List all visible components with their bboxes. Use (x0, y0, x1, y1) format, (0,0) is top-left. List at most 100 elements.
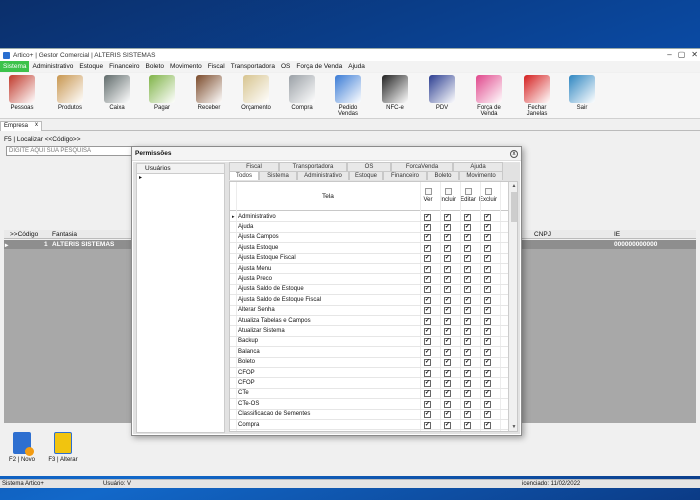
perm-checkbox-incluir[interactable]: ✓ (444, 275, 451, 283)
perm-checkbox-excluir[interactable]: ✓ (484, 317, 491, 325)
col-excluir[interactable]: Excluir (479, 188, 497, 203)
perm-tab-estoque[interactable]: Estoque (349, 171, 383, 180)
perm-checkbox-excluir[interactable]: ✓ (484, 275, 491, 283)
menu-item-9[interactable]: Força de Venda (293, 61, 345, 72)
perm-checkbox-incluir[interactable]: ✓ (444, 296, 451, 304)
perm-tab-forcavenda[interactable]: ForcaVenda (391, 162, 453, 171)
perm-checkbox-incluir[interactable]: ✓ (444, 369, 451, 377)
toolbar-button-10[interactable]: Força de Venda (469, 75, 509, 117)
perm-checkbox-incluir[interactable]: ✓ (444, 359, 451, 367)
perm-checkbox-ver[interactable]: ✓ (424, 390, 431, 398)
menu-item-5[interactable]: Movimento (167, 61, 205, 72)
toolbar-button-4[interactable]: Receber (189, 75, 229, 111)
maximize-button[interactable]: ▢ (678, 50, 686, 59)
perm-checkbox-editar[interactable]: ✓ (464, 327, 471, 335)
vertical-scrollbar[interactable]: ▲ ▼ (508, 182, 517, 431)
perm-checkbox-excluir[interactable]: ✓ (484, 213, 491, 221)
perm-checkbox-excluir[interactable]: ✓ (484, 379, 491, 387)
menu-item-6[interactable]: Fiscal (205, 61, 228, 72)
minimize-button[interactable]: – (667, 50, 671, 59)
menu-item-10[interactable]: Ajuda (345, 61, 368, 72)
perm-checkbox-incluir[interactable]: ✓ (444, 317, 451, 325)
permission-row[interactable]: Atualiza Tabelas e Campos ✓ ✓ ✓ ✓ (230, 316, 508, 327)
perm-checkbox-excluir[interactable]: ✓ (484, 244, 491, 252)
perm-checkbox-editar[interactable]: ✓ (464, 223, 471, 231)
perm-tab-fiscal[interactable]: Fiscal (229, 162, 279, 171)
perm-checkbox-editar[interactable]: ✓ (464, 275, 471, 283)
editar-all-checkbox[interactable] (464, 188, 472, 195)
perm-checkbox-excluir[interactable]: ✓ (484, 296, 491, 304)
perm-checkbox-incluir[interactable]: ✓ (444, 255, 451, 263)
permission-row[interactable]: CFOP ✓ ✓ ✓ ✓ (230, 368, 508, 379)
toolbar-button-8[interactable]: NFC-e (375, 75, 415, 111)
perm-tab-boleto[interactable]: Boleto (427, 171, 459, 180)
col-ie[interactable]: IE (614, 231, 620, 238)
perm-checkbox-excluir[interactable]: ✓ (484, 421, 491, 429)
perm-tab-financeiro[interactable]: Financeiro (383, 171, 427, 180)
perm-checkbox-editar[interactable]: ✓ (464, 213, 471, 221)
perm-checkbox-incluir[interactable]: ✓ (444, 421, 451, 429)
perm-checkbox-incluir[interactable]: ✓ (444, 286, 451, 294)
col-codigo[interactable]: >>Código (10, 231, 38, 238)
perm-checkbox-incluir[interactable]: ✓ (444, 348, 451, 356)
perm-checkbox-incluir[interactable]: ✓ (444, 213, 451, 221)
toolbar-button-6[interactable]: Compra (282, 75, 322, 111)
perm-checkbox-ver[interactable]: ✓ (424, 244, 431, 252)
toolbar-button-3[interactable]: Pagar (142, 75, 182, 111)
perm-checkbox-editar[interactable]: ✓ (464, 317, 471, 325)
perm-checkbox-editar[interactable]: ✓ (464, 244, 471, 252)
perm-checkbox-incluir[interactable]: ✓ (444, 379, 451, 387)
perm-checkbox-incluir[interactable]: ✓ (444, 307, 451, 315)
perm-checkbox-ver[interactable]: ✓ (424, 234, 431, 242)
perm-tab-administrativo[interactable]: Administrativo (297, 171, 349, 180)
toolbar-button-12[interactable]: Sair (562, 75, 602, 111)
perm-checkbox-ver[interactable]: ✓ (424, 307, 431, 315)
perm-checkbox-editar[interactable]: ✓ (464, 265, 471, 273)
permission-row[interactable]: Ajusta Saldo de Estoque ✓ ✓ ✓ ✓ (230, 285, 508, 296)
permission-row[interactable]: CFOP ✓ ✓ ✓ ✓ (230, 378, 508, 389)
perm-checkbox-ver[interactable]: ✓ (424, 327, 431, 335)
perm-checkbox-editar[interactable]: ✓ (464, 411, 471, 419)
toolbar-button-0[interactable]: Pessoas (2, 75, 42, 111)
permission-row[interactable]: Ajusta Estoque ✓ ✓ ✓ ✓ (230, 243, 508, 254)
perm-checkbox-incluir[interactable]: ✓ (444, 411, 451, 419)
close-window-button[interactable]: ✕ (691, 50, 698, 59)
perm-checkbox-ver[interactable]: ✓ (424, 379, 431, 387)
perm-checkbox-excluir[interactable]: ✓ (484, 307, 491, 315)
col-editar[interactable]: Editar (459, 188, 477, 203)
perm-checkbox-excluir[interactable]: ✓ (484, 223, 491, 231)
users-row[interactable]: ▸ (137, 174, 224, 183)
perm-checkbox-editar[interactable]: ✓ (464, 348, 471, 356)
scroll-up-icon[interactable]: ▲ (510, 183, 517, 191)
toolbar-button-5[interactable]: Orçamento (236, 75, 276, 111)
dialog-close-button[interactable]: x (510, 150, 518, 158)
tab-close-icon[interactable]: x (35, 122, 38, 128)
perm-checkbox-ver[interactable]: ✓ (424, 369, 431, 377)
new-button[interactable]: F2 | Novo (5, 432, 39, 463)
permission-row[interactable]: Compra ✓ ✓ ✓ ✓ (230, 420, 508, 431)
col-incluir[interactable]: Incluir (439, 188, 457, 203)
perm-tab-os[interactable]: OS (347, 162, 391, 171)
perm-checkbox-ver[interactable]: ✓ (424, 359, 431, 367)
permission-row[interactable]: Atualizar Sistema ✓ ✓ ✓ ✓ (230, 326, 508, 337)
permission-row[interactable]: Ajusta Saldo de Estoque Fiscal ✓ ✓ ✓ ✓ (230, 295, 508, 306)
perm-checkbox-ver[interactable]: ✓ (424, 348, 431, 356)
perm-tab-transportadora[interactable]: Transportadora (279, 162, 347, 171)
perm-checkbox-incluir[interactable]: ✓ (444, 244, 451, 252)
perm-checkbox-excluir[interactable]: ✓ (484, 348, 491, 356)
perm-checkbox-editar[interactable]: ✓ (464, 338, 471, 346)
excluir-all-checkbox[interactable] (484, 188, 492, 195)
permission-row[interactable]: Boleto ✓ ✓ ✓ ✓ (230, 358, 508, 368)
perm-checkbox-ver[interactable]: ✓ (424, 255, 431, 263)
menu-item-7[interactable]: Transportadora (228, 61, 278, 72)
perm-checkbox-incluir[interactable]: ✓ (444, 265, 451, 273)
perm-checkbox-excluir[interactable]: ✓ (484, 286, 491, 294)
permission-row[interactable]: Balanca ✓ ✓ ✓ ✓ (230, 347, 508, 358)
scroll-down-icon[interactable]: ▼ (510, 424, 517, 431)
search-input[interactable]: DIGITE AQUI SUA PESQUISA (6, 146, 134, 156)
perm-checkbox-excluir[interactable]: ✓ (484, 390, 491, 398)
toolbar-button-1[interactable]: Produtos (50, 75, 90, 111)
perm-checkbox-incluir[interactable]: ✓ (444, 223, 451, 231)
perm-checkbox-excluir[interactable]: ✓ (484, 411, 491, 419)
perm-tab-movimento[interactable]: Movimento (459, 171, 503, 180)
